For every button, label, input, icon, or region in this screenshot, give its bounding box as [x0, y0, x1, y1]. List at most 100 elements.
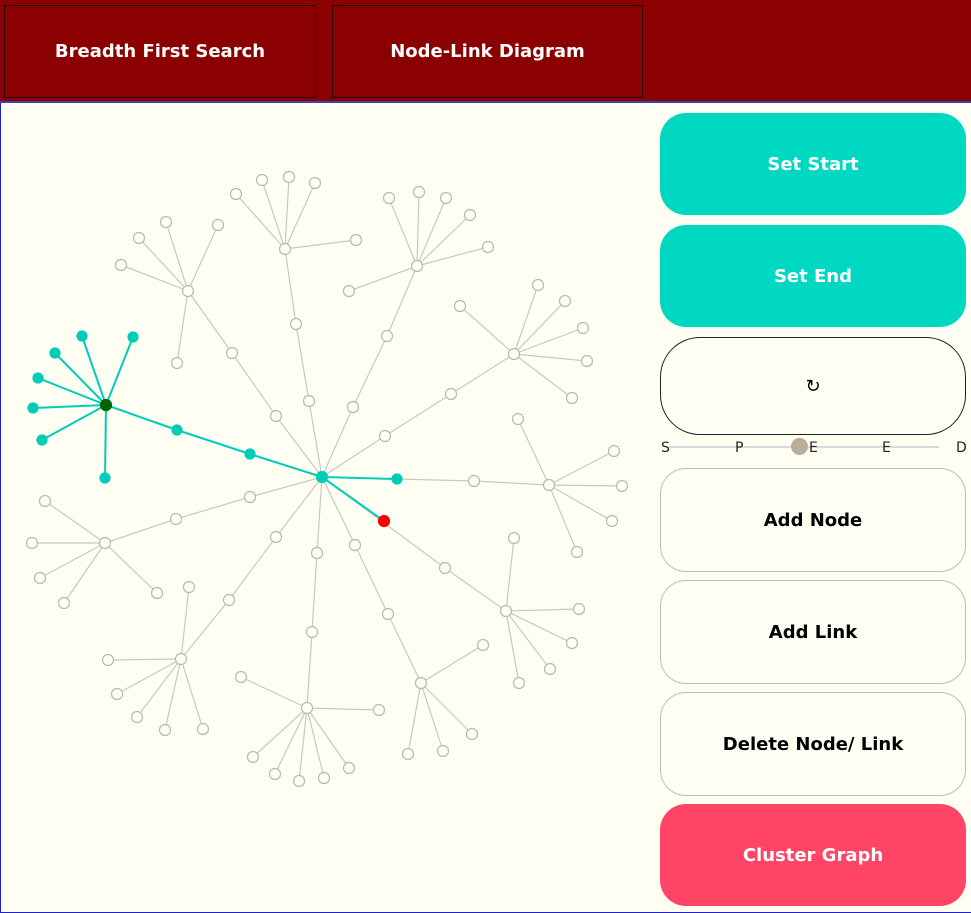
graph-node[interactable] — [465, 727, 479, 741]
graph-node[interactable] — [372, 703, 386, 717]
graph-node[interactable] — [308, 176, 322, 190]
graph-node[interactable] — [132, 231, 146, 245]
graph-node[interactable] — [292, 774, 306, 788]
cluster-graph-button[interactable]: Cluster Graph — [660, 804, 966, 906]
visited-node[interactable] — [27, 402, 39, 414]
graph-node[interactable] — [572, 602, 586, 616]
graph-node[interactable] — [439, 191, 453, 205]
graph-node[interactable] — [558, 294, 572, 308]
graph-node[interactable] — [342, 284, 356, 298]
graph-node[interactable] — [507, 347, 521, 361]
start-node[interactable] — [99, 398, 113, 412]
graph-node[interactable] — [580, 354, 594, 368]
graph-node[interactable] — [110, 687, 124, 701]
graph-node[interactable] — [317, 771, 331, 785]
graph-node[interactable] — [382, 191, 396, 205]
graph-node[interactable] — [346, 400, 360, 414]
graph-node[interactable] — [33, 571, 47, 585]
graph-node[interactable] — [499, 604, 513, 618]
graph-node[interactable] — [444, 387, 458, 401]
graph-node[interactable] — [114, 258, 128, 272]
graph-node[interactable] — [57, 596, 71, 610]
graph-node[interactable] — [278, 242, 292, 256]
graph-node[interactable] — [181, 284, 195, 298]
graph-node[interactable] — [243, 490, 257, 504]
graph-node[interactable] — [410, 259, 424, 273]
graph-node[interactable] — [348, 538, 362, 552]
visited-node[interactable] — [32, 372, 44, 384]
graph-node[interactable] — [268, 767, 282, 781]
graph-node[interactable] — [467, 474, 481, 488]
graph-node[interactable] — [476, 638, 490, 652]
graph-node[interactable] — [453, 299, 467, 313]
end-node[interactable] — [377, 514, 391, 528]
graph-node[interactable] — [310, 546, 324, 560]
graph-node[interactable] — [481, 240, 495, 254]
reset-button[interactable]: ↻ — [660, 337, 966, 435]
graph-node[interactable] — [222, 593, 236, 607]
graph-node[interactable] — [130, 710, 144, 724]
graph-node[interactable] — [605, 514, 619, 528]
tab-breadth-first-search[interactable]: Breadth First Search — [4, 5, 316, 98]
graph-node[interactable] — [607, 444, 621, 458]
visited-node[interactable] — [171, 424, 183, 436]
graph-node[interactable] — [531, 278, 545, 292]
graph-node[interactable] — [438, 561, 452, 575]
graph-node[interactable] — [381, 607, 395, 621]
graph-node[interactable] — [159, 215, 173, 229]
visited-node[interactable] — [315, 470, 329, 484]
graph-node[interactable] — [158, 723, 172, 737]
graph-node[interactable] — [412, 185, 426, 199]
graph-node[interactable] — [512, 676, 526, 690]
graph-node[interactable] — [543, 662, 557, 676]
graph-node[interactable] — [378, 429, 392, 443]
graph-node[interactable] — [234, 670, 248, 684]
set-end-button[interactable]: Set End — [660, 225, 966, 327]
graph-node[interactable] — [401, 747, 415, 761]
graph-node[interactable] — [255, 173, 269, 187]
graph-node[interactable] — [174, 652, 188, 666]
visited-node[interactable] — [244, 448, 256, 460]
visited-node[interactable] — [127, 331, 139, 343]
visited-node[interactable] — [36, 434, 48, 446]
graph-node[interactable] — [269, 409, 283, 423]
speed-slider-thumb[interactable] — [791, 438, 808, 455]
delete-node-link-button[interactable]: Delete Node/ Link — [660, 692, 966, 796]
graph-node[interactable] — [565, 636, 579, 650]
node-link-graph[interactable] — [1, 103, 656, 911]
graph-node[interactable] — [342, 761, 356, 775]
graph-node[interactable] — [542, 478, 556, 492]
graph-node[interactable] — [98, 536, 112, 550]
graph-node[interactable] — [211, 218, 225, 232]
graph-node[interactable] — [615, 479, 629, 493]
graph-node[interactable] — [246, 750, 260, 764]
graph-node[interactable] — [170, 356, 184, 370]
graph-node[interactable] — [182, 580, 196, 594]
graph-node[interactable] — [305, 625, 319, 639]
graph-node[interactable] — [196, 722, 210, 736]
set-start-button[interactable]: Set Start — [660, 113, 966, 215]
graph-node[interactable] — [300, 701, 314, 715]
graph-node[interactable] — [25, 536, 39, 550]
graph-node[interactable] — [565, 391, 579, 405]
graph-node[interactable] — [282, 170, 296, 184]
visited-node[interactable] — [99, 472, 111, 484]
visited-node[interactable] — [391, 473, 403, 485]
graph-node[interactable] — [269, 530, 283, 544]
graph-node[interactable] — [289, 317, 303, 331]
graph-node[interactable] — [150, 586, 164, 600]
graph-node[interactable] — [169, 512, 183, 526]
graph-node[interactable] — [511, 412, 525, 426]
visited-node[interactable] — [76, 330, 88, 342]
graph-node[interactable] — [576, 321, 590, 335]
graph-node[interactable] — [349, 233, 363, 247]
graph-node[interactable] — [101, 653, 115, 667]
graph-node[interactable] — [507, 531, 521, 545]
add-link-button[interactable]: Add Link — [660, 580, 966, 684]
graph-node[interactable] — [38, 494, 52, 508]
visited-node[interactable] — [49, 347, 61, 359]
graph-node[interactable] — [225, 346, 239, 360]
graph-node[interactable] — [380, 329, 394, 343]
graph-node[interactable] — [414, 676, 428, 690]
add-node-button[interactable]: Add Node — [660, 468, 966, 572]
